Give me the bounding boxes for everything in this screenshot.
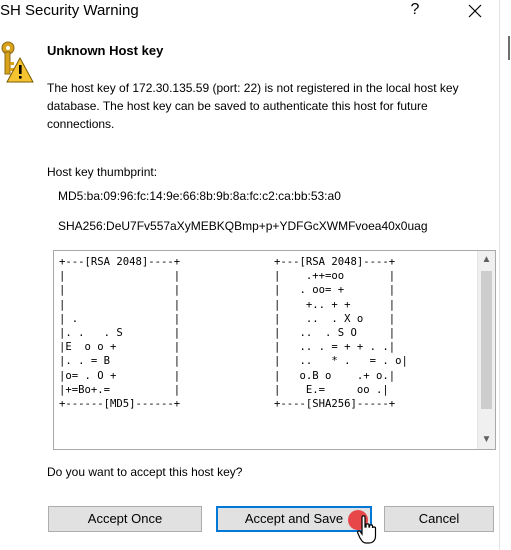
close-icon xyxy=(468,4,482,18)
accept-once-button[interactable]: Accept Once xyxy=(48,506,202,532)
edge-marker xyxy=(508,36,510,60)
sha256-fingerprint: SHA256:DeU7Fv557aXyMEBKQBmp+p+YDFGcXWMFv… xyxy=(58,219,428,233)
randomart-md5: +---[RSA 2048]----+ | | | | | | | . | |.… xyxy=(59,256,181,411)
accept-question: Do you want to accept this host key? xyxy=(47,465,243,479)
close-button[interactable] xyxy=(462,0,488,22)
dialog-heading: Unknown Host key xyxy=(47,43,164,58)
hand-pointer-icon xyxy=(357,515,377,544)
cancel-button[interactable]: Cancel xyxy=(384,506,494,532)
vertical-scrollbar[interactable]: ▲ ▼ xyxy=(477,251,495,449)
security-keys-icon xyxy=(1,41,34,83)
scroll-up-icon[interactable]: ▲ xyxy=(478,252,495,268)
window-title: SH Security Warning xyxy=(0,2,139,19)
title-bar: SH Security Warning ? xyxy=(0,0,511,24)
randomart-box[interactable]: +---[RSA 2048]----+ | | | | | | | . | |.… xyxy=(53,250,496,450)
background-window-edge xyxy=(499,0,511,550)
warning-message: The host key of 172.30.135.59 (port: 22)… xyxy=(47,81,459,131)
scroll-down-icon[interactable]: ▼ xyxy=(478,432,495,448)
randomart-sha256: +---[RSA 2048]----+ | .++=oo | | . oo= +… xyxy=(274,256,408,411)
scroll-thumb[interactable] xyxy=(481,271,492,409)
thumbprint-label: Host key thumbprint: xyxy=(47,165,158,179)
md5-fingerprint: MD5:ba:09:96:fc:14:9e:66:8b:9b:8a:fc:c2:… xyxy=(58,189,341,203)
help-button[interactable]: ? xyxy=(404,0,426,22)
